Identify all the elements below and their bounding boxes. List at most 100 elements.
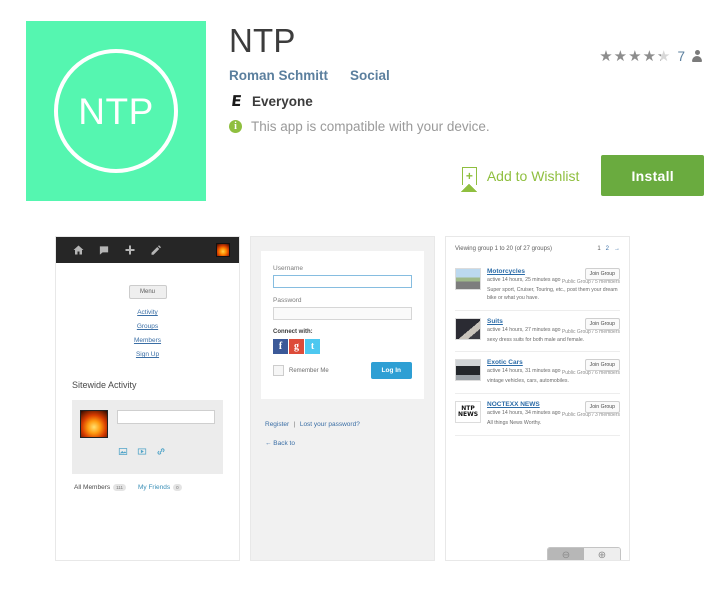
content-rating-label[interactable]: Everyone [252,94,313,109]
password-label: Password [273,297,302,304]
person-icon [691,50,703,63]
group-thumbnail: NTP NEWS [455,401,481,424]
group-description: Super sport, Cruiser, Touring, etc., pos… [487,287,618,301]
activity-body: Menu Activity Groups Members Sign Up Sit… [56,263,239,491]
google-plus-icon[interactable]: g [289,339,304,354]
sitewide-activity-heading: Sitewide Activity [72,380,137,390]
nav-link-activity[interactable]: Activity [66,309,229,316]
remember-me-checkbox[interactable] [273,365,284,376]
group-list-item[interactable]: Suits active 14 hours, 27 minutes ago Pu… [455,311,620,353]
rating-count[interactable]: 7 [677,49,685,64]
group-thumbnail [455,317,481,340]
tab-my-friends-count: 0 [173,484,182,491]
avatar [80,410,108,438]
tab-my-friends-label: My Friends [137,484,171,491]
star-icon-partial: ★★ [657,48,671,65]
post-attachment-icons [118,447,215,458]
link-icon[interactable] [156,447,166,458]
rating-summary[interactable]: ★ ★ ★ ★ ★★ 7 [599,49,703,64]
compatibility-row: i This app is compatible with your devic… [229,119,712,134]
post-composer [72,400,223,474]
screenshot-activity[interactable]: Menu Activity Groups Members Sign Up Sit… [55,236,240,561]
groups-screen: Viewing group 1 to 20 (of 27 groups) 1 2… [446,237,629,560]
join-group-button[interactable]: Join Group [584,359,620,372]
app-icon: NTP [26,21,206,201]
group-list-item[interactable]: Motorcycles active 14 hours, 25 minutes … [455,261,620,311]
tab-all-members-count: 111 [113,484,126,491]
screenshot-login[interactable]: Username Password Connect with: f g t Re… [250,236,435,561]
star-icon: ★ [628,48,642,65]
group-list-item[interactable]: NTP NEWS NOCTEXX NEWS active 14 hours, 3… [455,394,620,436]
avatar-icon [216,243,230,257]
add-to-wishlist-button[interactable]: + Add to Wishlist [461,166,580,192]
group-description: All things News Worthy. [487,420,542,427]
facebook-icon[interactable]: f [273,339,288,354]
nav-link-groups[interactable]: Groups [66,323,229,330]
page-2[interactable]: 2 [606,246,609,252]
tab-all-members[interactable]: All Members 111 [74,484,126,491]
star-icon: ★ [613,48,628,65]
tab-all-members-label: All Members [74,484,111,491]
compatibility-text: This app is compatible with your device. [251,119,490,134]
screenshot-carousel: Menu Activity Groups Members Sign Up Sit… [0,222,722,598]
group-info: Motorcycles active 14 hours, 25 minutes … [487,268,620,303]
byline: Roman Schmitt Social [229,68,712,83]
nav-link-members[interactable]: Members [66,337,229,344]
username-label: Username [273,265,303,272]
category-link[interactable]: Social [350,68,390,83]
image-icon[interactable] [118,447,128,458]
back-to-link[interactable]: ← Back to [265,440,420,447]
register-link[interactable]: Register [265,421,289,428]
app-detail-page: NTP NTP Roman Schmitt Social E Everyone i… [0,0,722,598]
star-rating: ★ ★ ★ ★ ★★ [599,49,670,64]
login-footer: Register | Lost your password? ← Back to [261,399,424,447]
group-info: Suits active 14 hours, 27 minutes ago Pu… [487,317,620,345]
join-group-button[interactable]: Join Group [584,317,620,330]
zoom-in-icon[interactable]: ⊕ [584,548,620,560]
app-meta: NTP Roman Schmitt Social E Everyone i Thi… [229,20,712,134]
group-meta: Public Group / 6 members [561,370,620,377]
screenshot-groups[interactable]: Viewing group 1 to 20 (of 27 groups) 1 2… [445,236,630,561]
password-input[interactable] [273,307,412,320]
social-login-buttons: f g t [273,339,412,354]
home-icon [65,244,91,256]
group-info: Exotic Cars active 14 hours, 31 minutes … [487,359,620,386]
login-screen: Username Password Connect with: f g t Re… [251,237,434,560]
group-description: vintage vehicles, cars, automobiles. [487,378,569,385]
login-card: Username Password Connect with: f g t Re… [261,251,424,399]
login-actions-row: Remember Me Log In [273,362,412,379]
join-group-button[interactable]: Join Group [584,401,620,414]
group-info: NOCTEXX NEWS active 14 hours, 34 minutes… [487,401,620,428]
username-input[interactable] [273,275,412,288]
pencil-icon [143,244,169,256]
login-button[interactable]: Log In [370,362,412,379]
login-footer-links: Register | Lost your password? [265,413,420,431]
app-toolbar [56,237,239,263]
join-group-button[interactable]: Join Group [584,268,620,280]
developer-link[interactable]: Roman Schmitt [229,68,328,83]
footer-separator: | [293,421,296,428]
app-header: NTP NTP Roman Schmitt Social E Everyone i… [0,0,722,222]
install-button[interactable]: Install [601,155,704,196]
twitter-icon[interactable]: t [305,339,320,354]
menu-button[interactable]: Menu [128,285,167,299]
tab-my-friends[interactable]: My Friends 0 [138,484,182,491]
app-icon-circle: NTP [54,49,178,173]
video-icon[interactable] [137,447,147,458]
zoom-out-icon[interactable]: ⊖ [548,548,584,560]
plus-icon [117,244,143,256]
lost-password-link[interactable]: Lost your password? [300,421,360,428]
app-icon-label: NTP [78,90,154,132]
info-icon: i [229,120,242,133]
zoom-control[interactable]: ⊖ ⊕ [547,547,621,560]
group-description: sexy dress suits for both male and femal… [487,336,585,343]
add-to-wishlist-label: Add to Wishlist [486,167,580,184]
nav-link-signup[interactable]: Sign Up [66,351,229,358]
post-input[interactable] [117,410,215,424]
thumb-line-2: NEWS [457,411,479,419]
pagination: 1 2 → [597,246,620,252]
chat-icon [91,245,117,256]
group-list-item[interactable]: Exotic Cars active 14 hours, 31 minutes … [455,352,620,395]
page-next[interactable]: → [614,246,620,252]
page-1[interactable]: 1 [597,246,600,252]
